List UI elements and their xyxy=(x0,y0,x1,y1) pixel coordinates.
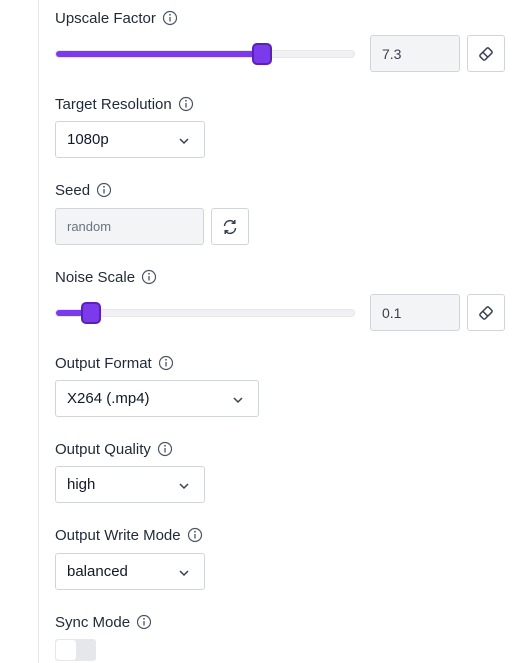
seed-placeholder: random xyxy=(67,219,112,234)
sync-mode-label: Sync Mode xyxy=(55,613,131,631)
noise-scale-slider-thumb[interactable] xyxy=(81,302,101,324)
chevron-down-icon xyxy=(232,393,244,405)
output-quality-value: high xyxy=(67,476,96,493)
upscale-factor-slider-thumb[interactable] xyxy=(252,43,272,65)
target-resolution-label: Target Resolution xyxy=(55,95,172,113)
output-quality-select[interactable]: high xyxy=(55,466,205,503)
output-format-value: X264 (.mp4) xyxy=(67,390,150,407)
chevron-down-icon xyxy=(178,479,190,491)
eraser-icon xyxy=(477,45,495,63)
output-format-label: Output Format xyxy=(55,354,152,372)
noise-scale-label: Noise Scale xyxy=(55,268,136,286)
output-quality-label: Output Quality xyxy=(55,440,151,458)
output-quality-field: Output Quality xyxy=(55,439,173,459)
upscale-factor-slider-row: 7.3 xyxy=(55,35,505,73)
output-format-select[interactable]: X264 (.mp4) xyxy=(55,380,259,417)
output-write-mode-select[interactable]: balanced xyxy=(55,553,205,590)
upscale-factor-slider-track[interactable] xyxy=(55,50,355,58)
target-resolution-field: Target Resolution xyxy=(55,94,194,114)
upscale-factor-input[interactable]: 7.3 xyxy=(370,35,460,72)
info-icon[interactable] xyxy=(141,269,157,285)
info-icon[interactable] xyxy=(157,441,173,457)
seed-randomize-button[interactable] xyxy=(211,208,249,245)
eraser-icon xyxy=(477,304,495,322)
chevron-down-icon xyxy=(178,566,190,578)
info-icon[interactable] xyxy=(162,10,178,26)
seed-label: Seed xyxy=(55,181,91,199)
seed-input[interactable]: random xyxy=(55,208,204,245)
sync-mode-field: Sync Mode xyxy=(55,612,152,632)
target-resolution-value: 1080p xyxy=(67,131,109,148)
noise-scale-reset-button[interactable] xyxy=(467,294,505,331)
info-icon[interactable] xyxy=(158,355,174,371)
upscale-factor-reset-button[interactable] xyxy=(467,35,505,72)
noise-scale-slider-row: 0.1 xyxy=(55,294,505,332)
output-write-mode-value: balanced xyxy=(67,563,128,580)
info-icon[interactable] xyxy=(136,614,152,630)
seed-field: Seed xyxy=(55,180,112,200)
info-icon[interactable] xyxy=(96,182,112,198)
output-write-mode-label: Output Write Mode xyxy=(55,526,181,544)
panel-left-border xyxy=(38,0,39,663)
output-write-mode-field: Output Write Mode xyxy=(55,525,203,545)
upscale-factor-slider-fill xyxy=(56,51,263,57)
info-icon[interactable] xyxy=(187,527,203,543)
noise-scale-input[interactable]: 0.1 xyxy=(370,294,460,331)
output-format-field: Output Format xyxy=(55,353,174,373)
sync-mode-toggle-knob xyxy=(56,640,76,660)
noise-scale-field: Noise Scale xyxy=(55,267,157,287)
info-icon[interactable] xyxy=(178,96,194,112)
upscale-factor-field: Upscale Factor xyxy=(55,8,178,28)
refresh-icon xyxy=(221,218,239,236)
sync-mode-toggle[interactable] xyxy=(55,639,96,661)
chevron-down-icon xyxy=(178,134,190,146)
upscale-factor-label: Upscale Factor xyxy=(55,9,156,27)
target-resolution-select[interactable]: 1080p xyxy=(55,121,205,158)
